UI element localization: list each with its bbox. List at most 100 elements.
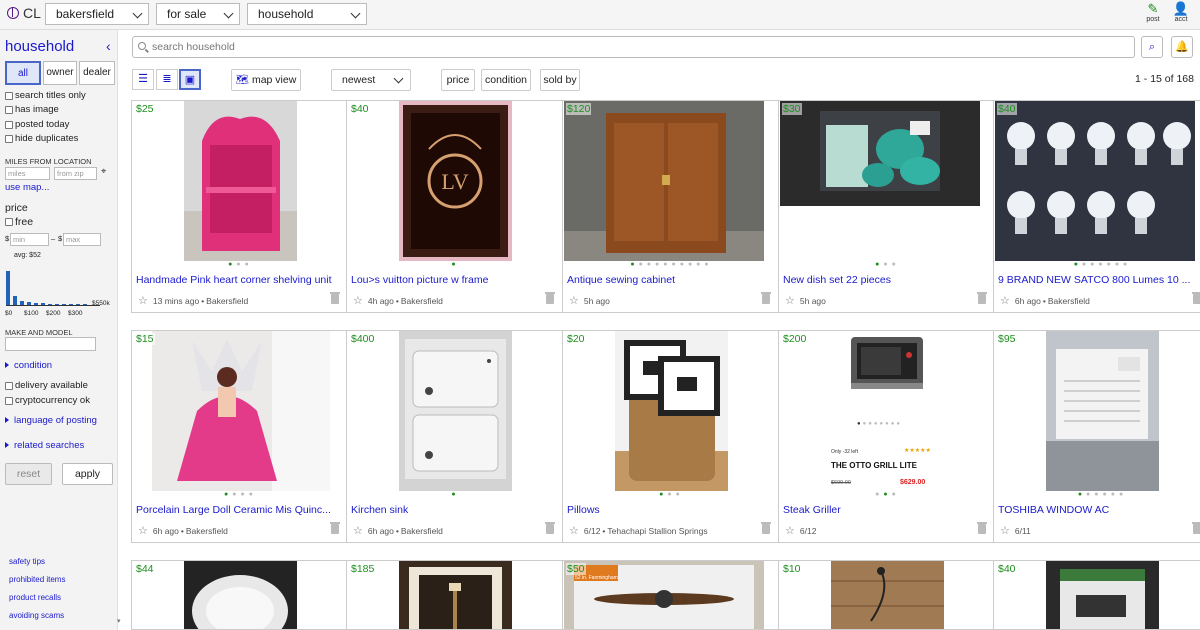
listing-card[interactable]: $185: [346, 560, 563, 630]
product-recalls-link[interactable]: product recalls: [9, 593, 61, 602]
image-carousel-dots[interactable]: ●●●: [132, 261, 347, 268]
make-model-input[interactable]: [5, 337, 96, 351]
listing-image[interactable]: [399, 331, 512, 494]
listing-image[interactable]: [847, 333, 927, 396]
listing-image[interactable]: [995, 101, 1195, 264]
listing-image[interactable]: [152, 331, 330, 494]
min-price-input[interactable]: min: [10, 233, 49, 246]
favorite-star-icon[interactable]: ☆: [1000, 294, 1010, 307]
listing-title-link[interactable]: Steak Griller: [783, 504, 991, 516]
favorite-star-icon[interactable]: ☆: [569, 294, 579, 307]
condition-link[interactable]: condition: [5, 360, 52, 371]
collapse-sidebar-icon[interactable]: ‹: [106, 38, 111, 54]
free-checkbox[interactable]: free: [5, 216, 33, 228]
map-view-button[interactable]: 🗺 map view: [231, 69, 301, 91]
listing-card[interactable]: $200 Only -32 left ★★★★★ THE OTTO GRILL LIT…: [778, 330, 995, 543]
image-carousel-dots[interactable]: ●●●●: [132, 491, 347, 498]
hide-listing-trash-icon[interactable]: [761, 292, 771, 304]
image-carousel-dots[interactable]: ●●●: [779, 261, 994, 268]
has-image-checkbox[interactable]: has image: [5, 104, 59, 115]
listing-title-link[interactable]: 9 BRAND NEW SATCO 800 Lumes 10 ...: [998, 274, 1200, 286]
listing-card[interactable]: $25 ●●● Handmade Pink heart corner shelvin…: [131, 100, 348, 313]
condition-filter-button[interactable]: condition: [481, 69, 531, 91]
seller-all-button[interactable]: all: [5, 61, 41, 85]
hide-listing-trash-icon[interactable]: [761, 522, 771, 534]
hide-duplicates-checkbox[interactable]: hide duplicates: [5, 133, 78, 144]
image-carousel-dots[interactable]: ●●●: [563, 491, 778, 498]
listing-card[interactable]: $120 ●●●●●●●●●● Antique sewing cabinet ☆ 5h …: [562, 100, 779, 313]
listing-image[interactable]: [564, 101, 764, 264]
listing-image[interactable]: [184, 101, 297, 264]
favorite-star-icon[interactable]: ☆: [353, 524, 363, 537]
listing-title-link[interactable]: Pillows: [567, 504, 775, 516]
image-carousel-dots[interactable]: ●●●: [779, 491, 994, 498]
listing-title-link[interactable]: Kirchen sink: [351, 504, 559, 516]
listing-card[interactable]: $95 ●●●●●● TOSHIBA WINDOW AC ☆ 6/11: [993, 330, 1200, 543]
search-titles-checkbox[interactable]: search titles only: [5, 90, 86, 101]
crosshair-icon[interactable]: ⌖: [101, 166, 106, 177]
listing-card[interactable]: $50 52 in. Fanmingham: [562, 560, 779, 630]
listing-image[interactable]: [1046, 331, 1159, 494]
listing-image[interactable]: LV: [399, 101, 512, 264]
hide-listing-trash-icon[interactable]: [545, 522, 555, 534]
favorite-star-icon[interactable]: ☆: [353, 294, 363, 307]
listing-image[interactable]: [1046, 561, 1159, 629]
listing-title-link[interactable]: Lou>s vuitton picture w frame: [351, 274, 559, 286]
sold-by-filter-button[interactable]: sold by: [540, 69, 580, 91]
listing-card[interactable]: $40 ●●●●●●● 9 BRAND NEW SATCO 800 Lumes 10…: [993, 100, 1200, 313]
listing-card[interactable]: $20 ●●● Pillows ☆ 6/12 • Tehachapi Stallion Sp…: [562, 330, 779, 543]
seller-dealer-button[interactable]: dealer: [79, 61, 115, 85]
post-button[interactable]: ✎ post: [1142, 2, 1164, 28]
delivery-checkbox[interactable]: delivery available: [5, 380, 88, 391]
favorite-star-icon[interactable]: ☆: [569, 524, 579, 537]
listing-title-link[interactable]: Porcelain Large Doll Ceramic Mis Quinc..…: [136, 504, 344, 516]
apply-button[interactable]: apply: [62, 463, 113, 485]
sort-dropdown[interactable]: newest: [331, 69, 411, 91]
alert-button[interactable]: 🔔: [1171, 36, 1193, 58]
section-dropdown[interactable]: for sale: [156, 3, 240, 25]
favorite-star-icon[interactable]: ☆: [138, 524, 148, 537]
max-price-input[interactable]: max: [63, 233, 101, 246]
hide-listing-trash-icon[interactable]: [330, 292, 340, 304]
listing-title-link[interactable]: New dish set 22 pieces: [783, 274, 991, 286]
account-button[interactable]: 👤 acct: [1170, 2, 1192, 28]
crypto-checkbox[interactable]: cryptocurrency ok: [5, 395, 90, 406]
hide-listing-trash-icon[interactable]: [1192, 292, 1200, 304]
posted-today-checkbox[interactable]: posted today: [5, 119, 69, 130]
image-carousel-dots[interactable]: ●: [347, 491, 562, 498]
related-searches-link[interactable]: related searches: [5, 440, 84, 451]
listing-image[interactable]: [615, 331, 728, 494]
favorite-star-icon[interactable]: ☆: [1000, 524, 1010, 537]
favorite-star-icon[interactable]: ☆: [785, 524, 795, 537]
image-carousel-dots[interactable]: ●●●●●●●: [994, 261, 1200, 268]
listing-image[interactable]: [399, 561, 512, 629]
price-filter-button[interactable]: price: [441, 69, 475, 91]
listing-card[interactable]: $30 ●●● New dish set 22 pieces ☆ 5h ago: [778, 100, 995, 313]
listing-card[interactable]: $44: [131, 560, 348, 630]
listing-title-link[interactable]: TOSHIBA WINDOW AC: [998, 504, 1200, 516]
prohibited-items-link[interactable]: prohibited items: [9, 575, 65, 584]
listing-card[interactable]: $10: [778, 560, 995, 630]
reset-button[interactable]: reset: [5, 463, 52, 485]
listing-card[interactable]: $40: [993, 560, 1200, 630]
listing-image[interactable]: [184, 561, 297, 629]
hide-listing-trash-icon[interactable]: [545, 292, 555, 304]
search-button[interactable]: ⌕: [1141, 36, 1163, 58]
listing-image[interactable]: [564, 561, 764, 629]
listing-title-link[interactable]: Antique sewing cabinet: [567, 274, 775, 286]
listing-card[interactable]: $400 ● Kirchen sink ☆ 6h ago • Bakersfield: [346, 330, 563, 543]
image-carousel-dots[interactable]: ●●●●●●: [994, 491, 1200, 498]
image-carousel-dots[interactable]: ●: [347, 261, 562, 268]
use-map-link[interactable]: use map...: [5, 182, 49, 193]
listing-title-link[interactable]: Handmade Pink heart corner shelving unit: [136, 274, 344, 286]
language-link[interactable]: language of posting: [5, 415, 97, 426]
hide-listing-trash-icon[interactable]: [1192, 522, 1200, 534]
zip-input[interactable]: from zip: [54, 167, 97, 180]
listing-image[interactable]: [831, 561, 944, 629]
hide-listing-trash-icon[interactable]: [330, 522, 340, 534]
listing-image[interactable]: [780, 101, 980, 209]
favorite-star-icon[interactable]: ☆: [785, 294, 795, 307]
seller-owner-button[interactable]: owner: [43, 61, 77, 85]
image-carousel-dots[interactable]: ●●●●●●●●●●: [563, 261, 778, 268]
location-dropdown[interactable]: bakersfield: [45, 3, 149, 25]
